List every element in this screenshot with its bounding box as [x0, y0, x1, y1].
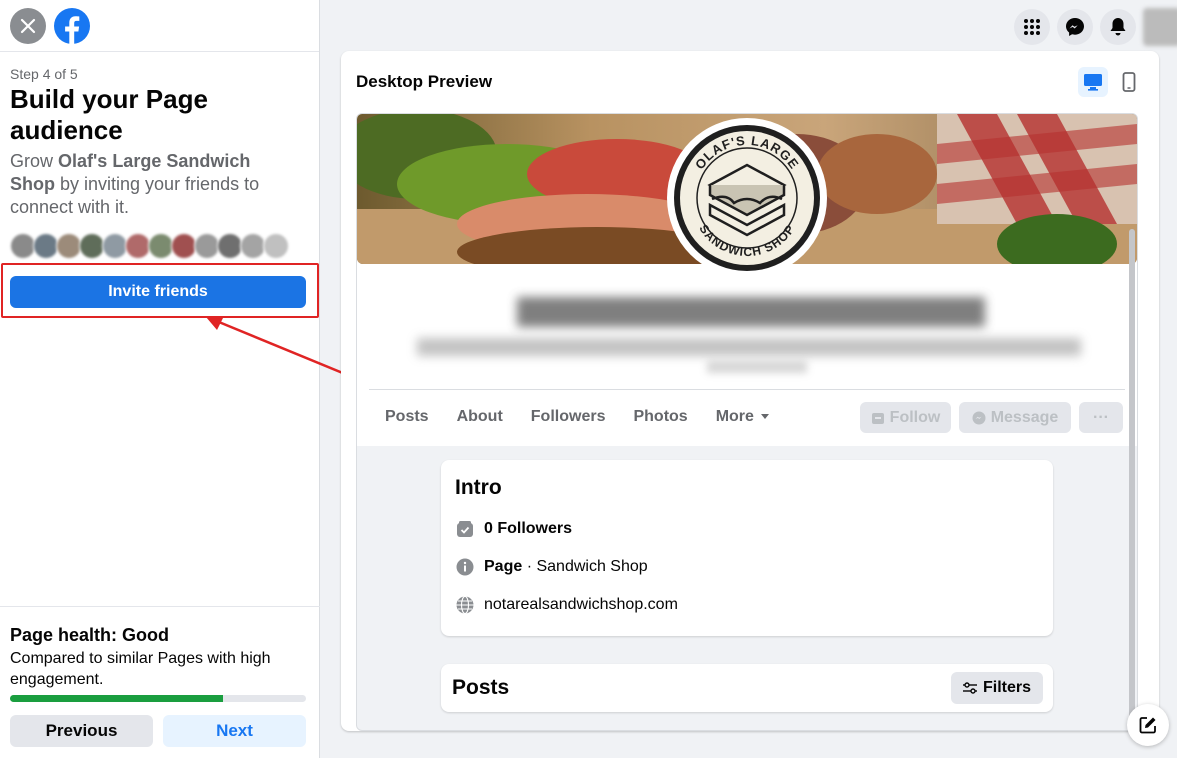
step-indicator: Step 4 of 5 [10, 66, 78, 82]
followers-count: 0 Followers [484, 520, 573, 537]
page-header-section: OLAF'S LARGE SANDWICH SHOP Posts About F… [357, 114, 1137, 446]
caret-down-icon [760, 414, 769, 419]
follow-icon [871, 412, 884, 424]
page-category-row: Page · Sandwich Shop [455, 548, 1039, 586]
followers-row: 0 Followers [455, 510, 1039, 548]
tab-about[interactable]: About [443, 402, 517, 432]
compose-icon [1139, 717, 1156, 734]
follow-label: Follow [889, 408, 941, 426]
mobile-view-button[interactable] [1114, 67, 1144, 97]
facebook-logo-icon[interactable] [54, 7, 90, 44]
tab-followers[interactable]: Followers [517, 402, 620, 432]
previous-button[interactable]: Previous [10, 715, 153, 747]
page-health-panel: Page health: Good Compared to similar Pa… [0, 606, 320, 758]
page-category: · Sandwich Shop [522, 558, 648, 575]
preview-scrollbar[interactable] [1129, 229, 1135, 719]
close-icon [20, 18, 36, 33]
new-message-button[interactable] [1127, 704, 1169, 746]
filters-icon [962, 682, 977, 694]
device-toggle [1078, 67, 1144, 97]
filters-label: Filters [982, 679, 1031, 696]
tab-more[interactable]: More [702, 402, 784, 432]
page-tabs: Posts About Followers Photos More [371, 402, 784, 432]
avatar [263, 233, 289, 259]
invite-friends-button[interactable]: Invite friends [10, 276, 306, 308]
sidebar-header [0, 0, 319, 52]
website-link[interactable]: notarealsandwichshop.com [484, 596, 678, 614]
page-type-label: Page [484, 558, 523, 575]
desktop-view-button[interactable] [1078, 67, 1108, 97]
blurred-page-subtitle [417, 338, 1081, 356]
intro-title: Intro [455, 476, 502, 499]
mobile-phone-icon [1122, 72, 1136, 92]
page-preview-frame: OLAF'S LARGE SANDWICH SHOP Posts About F… [356, 113, 1138, 731]
tab-more-label: More [715, 408, 754, 425]
messenger-small-icon [972, 411, 986, 424]
top-nav-icons [1014, 8, 1177, 46]
message-label: Message [990, 408, 1059, 426]
desc-prefix: Grow [10, 151, 59, 171]
page-category-text: Page · Sandwich Shop [484, 558, 648, 576]
more-actions-button[interactable]: ··· [1079, 402, 1123, 433]
health-progress-bar [10, 695, 306, 702]
next-button[interactable]: Next [163, 715, 306, 747]
info-icon [455, 558, 474, 577]
profile-avatar[interactable] [1143, 8, 1177, 46]
preview-title: Desktop Preview [356, 72, 493, 91]
health-progress-fill [10, 695, 224, 702]
notifications-button[interactable] [1100, 9, 1136, 45]
health-description: Compared to similar Pages with high enga… [10, 650, 271, 688]
close-button[interactable] [10, 7, 46, 44]
health-title: Page health: Good [10, 625, 170, 645]
desktop-preview-card: Desktop Preview OLAF'S LARGE SANDWICH SH… [341, 51, 1159, 731]
message-button[interactable]: Message [959, 402, 1071, 433]
page-profile-logo: OLAF'S LARGE SANDWICH SHOP [667, 118, 827, 278]
page-actions: Follow Message ··· [860, 402, 1123, 433]
posts-title: Posts [452, 676, 510, 699]
messenger-button[interactable] [1057, 9, 1093, 45]
tab-divider [369, 389, 1125, 390]
step-navigation: Previous Next [10, 715, 306, 747]
sandwich-logo-icon: OLAF'S LARGE SANDWICH SHOP [674, 125, 820, 271]
blurred-page-name [517, 297, 985, 327]
blurred-page-meta [707, 361, 807, 373]
friend-avatars [10, 233, 289, 259]
followers-icon [455, 520, 474, 539]
tab-posts[interactable]: Posts [371, 402, 443, 432]
follow-button[interactable]: Follow [860, 402, 951, 433]
messenger-icon [1066, 18, 1084, 36]
page-title: Build your Page audience [10, 84, 208, 145]
desktop-icon [1084, 74, 1102, 91]
bell-icon [1110, 18, 1126, 36]
website-row: notarealsandwichshop.com [455, 586, 1039, 624]
step-description: Grow Olaf's Large Sandwich Shop by invit… [10, 150, 300, 219]
filters-button[interactable]: Filters [950, 672, 1043, 704]
globe-icon [455, 596, 474, 615]
menu-button[interactable] [1014, 9, 1050, 45]
preview-header: Desktop Preview [341, 51, 1159, 113]
grid-menu-icon [1024, 19, 1040, 35]
setup-sidebar: Step 4 of 5 Build your Page audience Gro… [0, 0, 320, 758]
intro-card: Intro 0 Followers Page · Sandwich Shop n… [441, 460, 1053, 636]
tab-photos[interactable]: Photos [619, 402, 701, 432]
posts-card: Posts Filters [441, 664, 1053, 712]
